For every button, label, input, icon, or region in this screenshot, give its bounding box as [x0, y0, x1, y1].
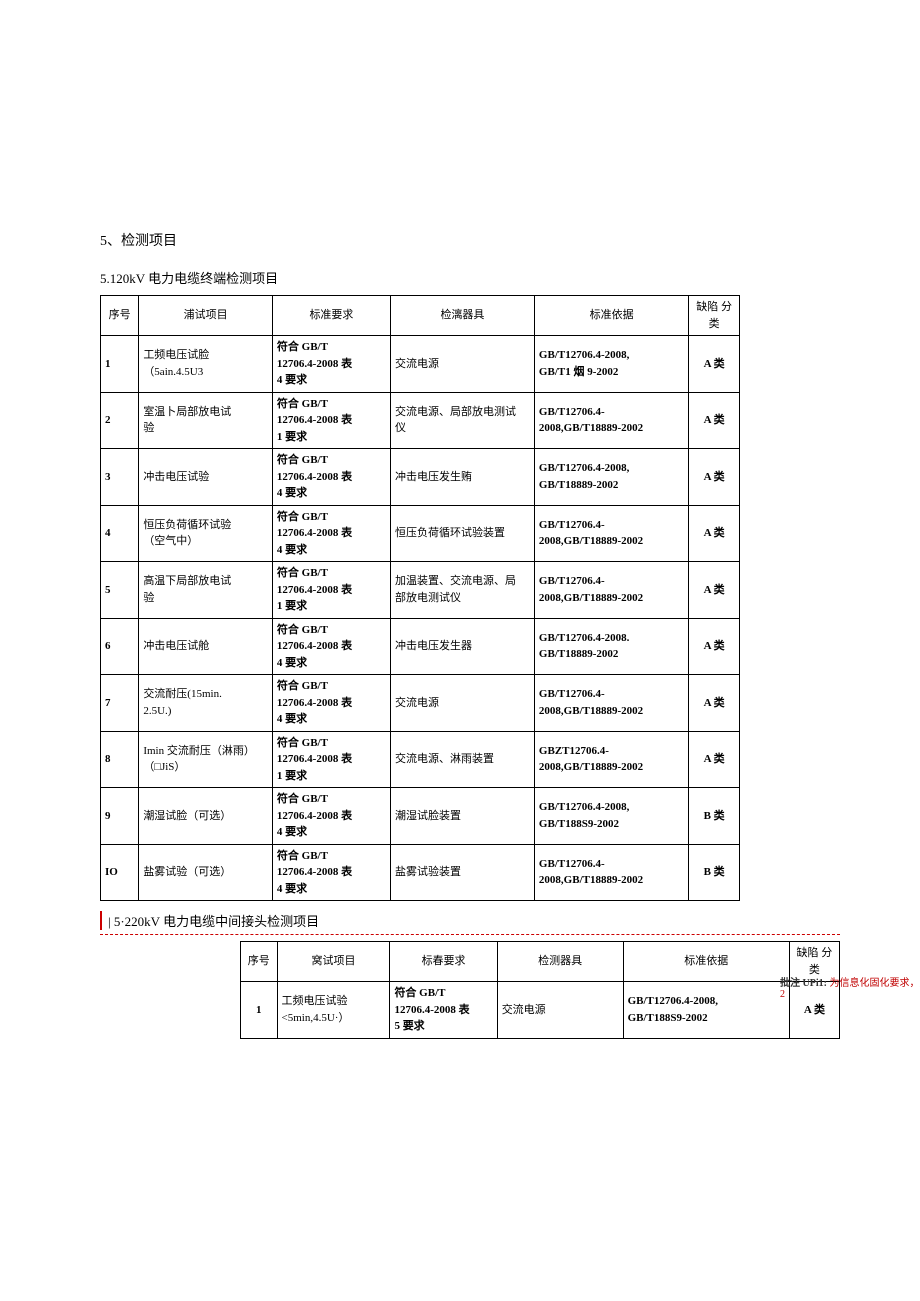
table-row: 6冲击电压试舱符合 GB/T12706.4-2008 表4 要求冲击电压发生器G…: [101, 618, 740, 675]
table-row: 4恒压负荷循环试验（空气中）符合 GB/T12706.4-2008 表4 要求恒…: [101, 505, 740, 562]
th-seq: 序号: [101, 296, 139, 336]
cell-defect: A 类: [689, 562, 740, 619]
cell-req: 符合 GB/T12706.4-2008 表4 要求: [272, 336, 390, 393]
cell-basis: GB/T12706.4-2008,GB/T188S9-2002: [534, 788, 688, 845]
comment-continuation: 份标准: [780, 1002, 920, 1017]
th-instr: 检测器具: [497, 942, 623, 982]
table-row: 9潮湿试脸（可选）符合 GB/T12706.4-2008 表4 要求潮湿试脸装置…: [101, 788, 740, 845]
revision-line: [100, 934, 840, 935]
cell-basis: GB/T12706.4-2008,GB/T18889-2002: [534, 449, 688, 506]
cell-instr: 交流电源、局部放电测试仪: [390, 392, 534, 449]
th-instr: 检漓器具: [390, 296, 534, 336]
cell-instr: 潮湿试脸装置: [390, 788, 534, 845]
cell-defect: A 类: [689, 618, 740, 675]
cell-basis: GB/T12706.4-2008,GB/T18889-2002: [534, 844, 688, 901]
table-row: 7交流耐压(15min.2.5U.)符合 GB/T12706.4-2008 表4…: [101, 675, 740, 732]
cell-defect: A 类: [689, 449, 740, 506]
th-req: 标准要求: [272, 296, 390, 336]
th-basis: 标准依据: [534, 296, 688, 336]
section-5-heading: 5、检测项目: [100, 230, 780, 250]
th-seq: 序号: [241, 942, 278, 982]
cell-req: 符合 GB/T12706.4-2008 表1 要求: [272, 392, 390, 449]
cell-seq: 1: [101, 336, 139, 393]
cell-defect: B 类: [689, 844, 740, 901]
cell-instr: 加温装置、交流电源、局部放电测试仪: [390, 562, 534, 619]
cell-req: 符合 GB/T12706.4-2008 表4 要求: [272, 844, 390, 901]
th-item: 窝试项目: [277, 942, 390, 982]
cell-defect: A 类: [689, 731, 740, 788]
table-row: 3冲击电压试验符合 GB/T12706.4-2008 表4 要求冲击电压发生贿G…: [101, 449, 740, 506]
cell-item: 潮湿试脸（可选）: [139, 788, 273, 845]
cell-defect: B 类: [689, 788, 740, 845]
table-row: 8Imin 交流耐压（淋雨）（□JiS）符合 GB/T12706.4-2008 …: [101, 731, 740, 788]
cell-req: 符合 GB/T12706.4-2008 表4 要求: [272, 618, 390, 675]
cell-seq: 4: [101, 505, 139, 562]
table-row: 5高温下局部放电试验符合 GB/T12706.4-2008 表1 要求加温装置、…: [101, 562, 740, 619]
table-5-1: 序号 浦试项目 标准要求 检漓器具 标准依据 缺陷 分类 1工频电压试脸（5ai…: [100, 295, 740, 901]
cell-basis: GBZT12706.4-2008,GB/T18889-2002: [534, 731, 688, 788]
cell-seq: IO: [101, 844, 139, 901]
comment-label: 批注 UPi1:: [780, 978, 827, 989]
section-5-2-wrap: | 5·220kV 电力电缆中间接头检测项目: [100, 911, 746, 930]
cell-item: 冲击电压试舱: [139, 618, 273, 675]
cell-seq: 5: [101, 562, 139, 619]
cell-req: 符合 GB/T12706.4-2008 表1 要求: [272, 562, 390, 619]
th-basis: 标准依据: [623, 942, 789, 982]
cell-basis: GB/T12706.4-2008,GB/T188S9-2002: [623, 982, 789, 1039]
cell-instr: 交流电源: [497, 982, 623, 1039]
cell-basis: GB/T12706.4-2008,GB/T18889-2002: [534, 675, 688, 732]
cell-instr: 冲击电压发生贿: [390, 449, 534, 506]
table-5-2: 序号 窝试项目 标春要求 检测器具 标准依据 缺陷 分类 1工频电压试验<5mi…: [240, 941, 840, 1039]
table-header-row: 序号 窝试项目 标春要求 检测器具 标准依据 缺陷 分类: [241, 942, 840, 982]
cell-basis: GB/T12706.4-2008,GB/T18889-2002: [534, 562, 688, 619]
cell-item: 冲击电压试验: [139, 449, 273, 506]
cell-defect: A 类: [689, 336, 740, 393]
cell-defect: A 类: [689, 392, 740, 449]
cell-seq: 7: [101, 675, 139, 732]
cell-req: 符合 GB/T12706.4-2008 表4 要求: [272, 788, 390, 845]
cell-basis: GB/T12706.4-2008,GB/T18889-2002: [534, 505, 688, 562]
cell-item: 交流耐压(15min.2.5U.): [139, 675, 273, 732]
table-header-row: 序号 浦试项目 标准要求 检漓器具 标准依据 缺陷 分类: [101, 296, 740, 336]
cell-instr: 盐雾试验装置: [390, 844, 534, 901]
cell-item: 室温卜局部放电试验: [139, 392, 273, 449]
cell-instr: 冲击电压发生器: [390, 618, 534, 675]
cell-basis: GB/T12706.4-2008,GB/T1 烟 9-2002: [534, 336, 688, 393]
cell-seq: 1: [241, 982, 278, 1039]
th-req: 标春要求: [390, 942, 497, 982]
cell-instr: 交流电源: [390, 675, 534, 732]
cell-item: 高温下局部放电试验: [139, 562, 273, 619]
cell-seq: 3: [101, 449, 139, 506]
cell-item: 盐雾试验（可选）: [139, 844, 273, 901]
cell-basis: GB/T12706.4-2008,GB/T18889-2002: [534, 392, 688, 449]
cell-seq: 2: [101, 392, 139, 449]
comment-annotation: 批注 UPi1: 为信息化固化要求，建议将本标准拆分为 2 份标准: [780, 974, 920, 1017]
cell-req: 符合 GB/T12706.4-2008 表4 要求: [272, 505, 390, 562]
table-row: 1工频电压试验<5min,4.5U·）符合 GB/T12706.4-2008 表…: [241, 982, 840, 1039]
th-defect: 缺陷 分类: [689, 296, 740, 336]
cell-defect: A 类: [689, 505, 740, 562]
cell-seq: 8: [101, 731, 139, 788]
section-5-1-heading: 5.120kV 电力电缆终端检测项目: [100, 268, 780, 287]
cell-defect: A 类: [689, 675, 740, 732]
cell-basis: GB/T12706.4-2008.GB/T18889-2002: [534, 618, 688, 675]
th-item: 浦试项目: [139, 296, 273, 336]
cell-item: 恒压负荷循环试验（空气中）: [139, 505, 273, 562]
cell-instr: 交流电源、淋雨装置: [390, 731, 534, 788]
table-row: 1工频电压试脸（5ain.4.5U3符合 GB/T12706.4-2008 表4…: [101, 336, 740, 393]
cell-instr: 恒压负荷循环试验装置: [390, 505, 534, 562]
table-row: 2室温卜局部放电试验符合 GB/T12706.4-2008 表1 要求交流电源、…: [101, 392, 740, 449]
cell-item: 工频电压试验<5min,4.5U·）: [277, 982, 390, 1039]
cell-req: 符合 GB/T12706.4-2008 表5 要求: [390, 982, 497, 1039]
cell-item: Imin 交流耐压（淋雨）（□JiS）: [139, 731, 273, 788]
cell-seq: 9: [101, 788, 139, 845]
cell-instr: 交流电源: [390, 336, 534, 393]
cell-req: 符合 GB/T12706.4-2008 表4 要求: [272, 675, 390, 732]
cell-req: 符合 GB/T12706.4-2008 表1 要求: [272, 731, 390, 788]
table-row: IO盐雾试验（可选）符合 GB/T12706.4-2008 表4 要求盐雾试验装…: [101, 844, 740, 901]
section-5-2-heading: | 5·220kV 电力电缆中间接头检测项目: [108, 911, 746, 930]
cell-seq: 6: [101, 618, 139, 675]
cell-req: 符合 GB/T12706.4-2008 表4 要求: [272, 449, 390, 506]
cell-item: 工频电压试脸（5ain.4.5U3: [139, 336, 273, 393]
